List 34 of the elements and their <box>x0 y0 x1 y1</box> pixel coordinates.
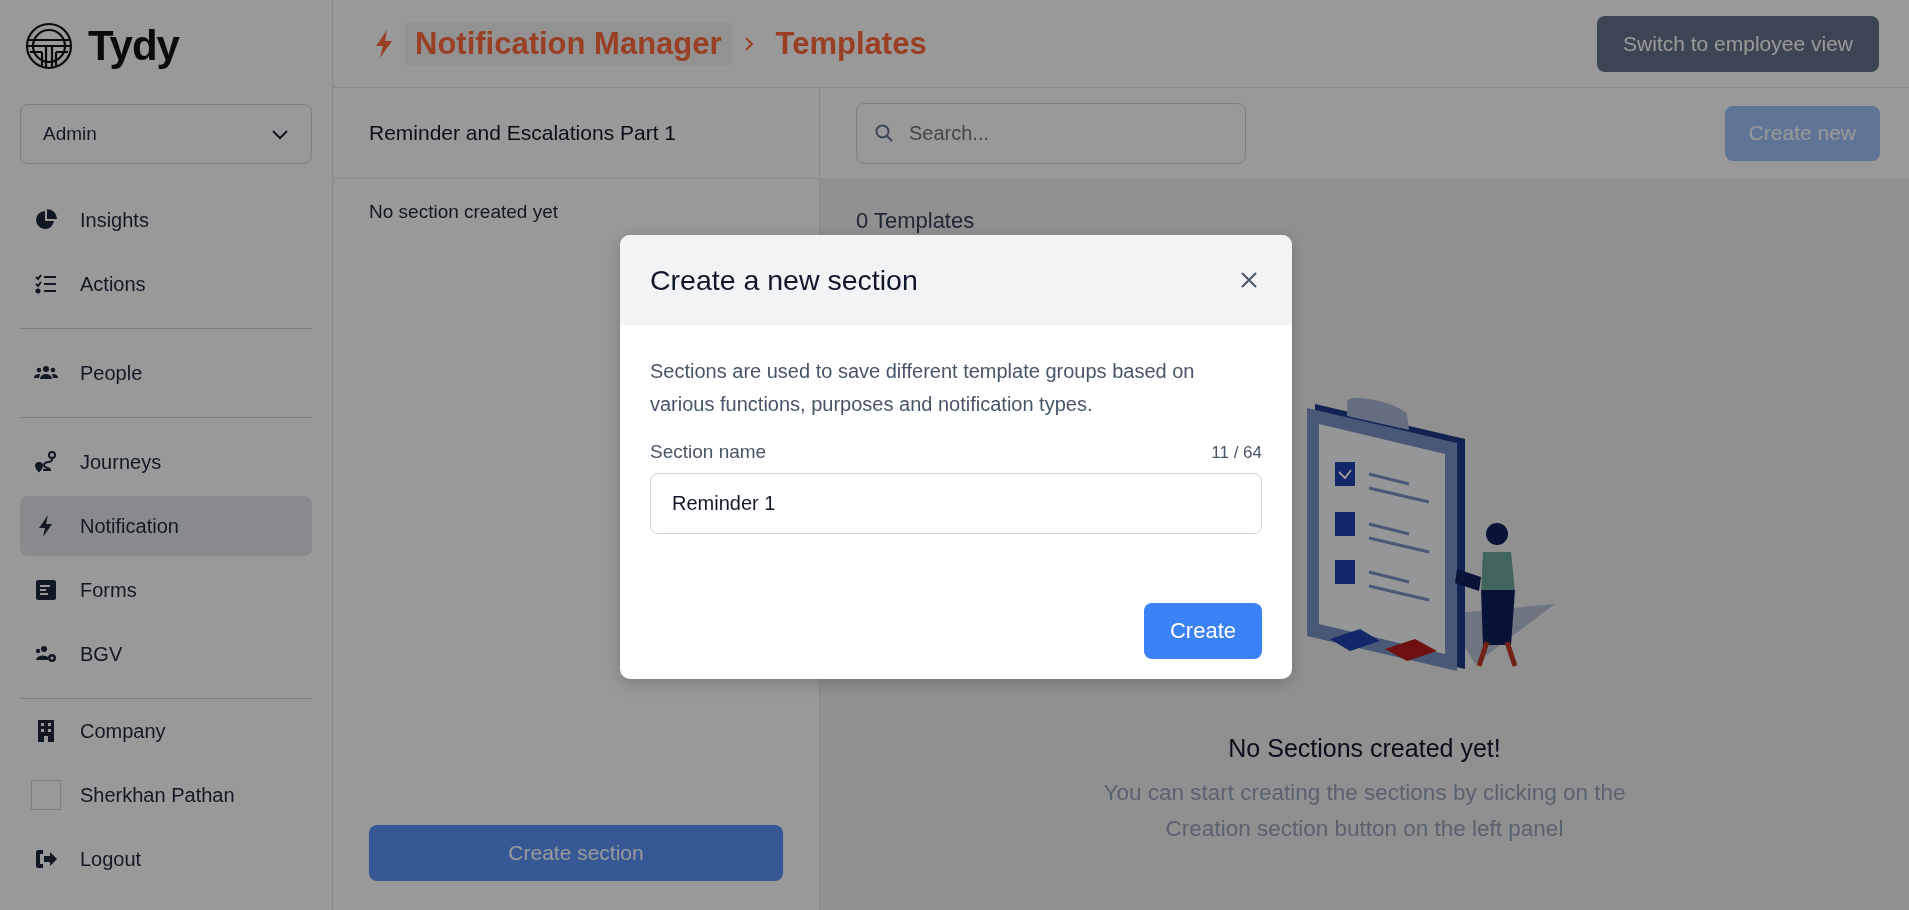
switch-view-button[interactable]: Switch to employee view <box>1597 15 1879 72</box>
pie-chart-icon <box>34 208 58 232</box>
section-group-title: Reminder and Escalations Part 1 <box>369 121 676 145</box>
sidebar-item[interactable]: Sherkhan Pathan <box>20 763 312 827</box>
sidebar-item[interactable]: Company <box>20 699 312 763</box>
dialog-description: Sections are used to save different template groups based on various functions, purposes and notification types. <box>650 359 1196 417</box>
create-button[interactable]: Create <box>1143 603 1262 659</box>
checklist-icon <box>34 272 58 296</box>
search-field[interactable]: Search... <box>856 102 1246 164</box>
sidebar-item[interactable]: Actions <box>20 252 312 316</box>
field-label: Section name <box>650 441 767 463</box>
logout-icon <box>34 847 58 871</box>
form-icon <box>34 578 58 602</box>
dialog-title: Create a new section <box>650 263 918 297</box>
empty-sections-text: No section created yet <box>369 201 559 222</box>
search-icon <box>874 122 894 143</box>
sidebar-item[interactable]: Insights <box>20 188 312 252</box>
lightning-icon <box>373 28 395 59</box>
sidebar-item[interactable]: BGV <box>20 622 312 686</box>
templates-count: 0 Templates <box>856 208 976 234</box>
empty-state-title: No Sections created yet! <box>1228 734 1501 763</box>
chevron-down-icon <box>271 128 289 140</box>
role-dropdown[interactable]: Admin <box>20 104 312 164</box>
sidebar-item[interactable]: Journeys <box>20 430 312 494</box>
avatar-placeholder <box>31 780 61 810</box>
logo-text: Tydy <box>88 22 179 70</box>
section-name-field[interactable]: Reminder 1 <box>650 473 1262 534</box>
route-icon <box>34 450 58 474</box>
sidebar-item[interactable]: Forms <box>20 558 312 622</box>
sidebar-item[interactable]: Logout <box>20 827 312 891</box>
breadcrumb-item: Templates <box>774 24 928 63</box>
sidebar-item[interactable]: People <box>20 341 312 405</box>
sidebar-item[interactable]: Notification <box>20 496 312 556</box>
character-counter: 11 / 64 <box>1211 443 1262 463</box>
